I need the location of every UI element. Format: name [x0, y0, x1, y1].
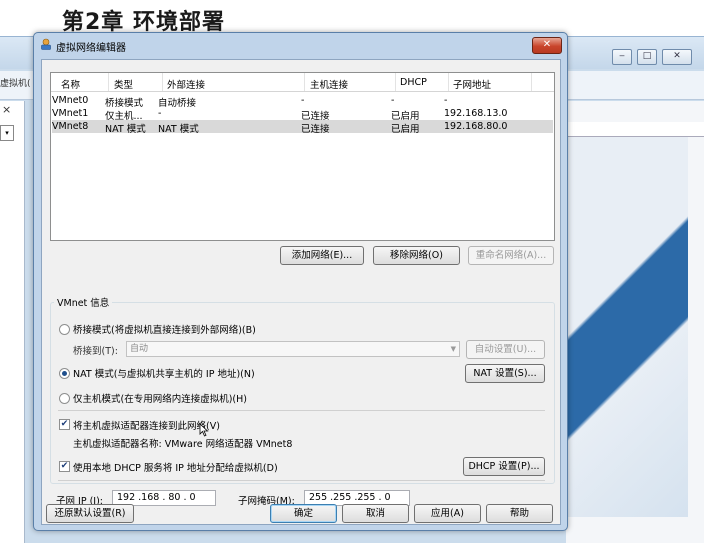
- cell-subnet: -: [444, 95, 448, 106]
- bridged-to-label: 桥接到(T):: [73, 346, 118, 357]
- apply-button[interactable]: 应用(A): [414, 504, 481, 523]
- column-divider: [531, 73, 532, 91]
- dialog-titlebar[interactable]: 虚拟网络编辑器 ✕: [34, 33, 567, 57]
- minimize-icon[interactable]: ‒: [612, 49, 632, 65]
- column-header-name[interactable]: 名称: [61, 77, 80, 91]
- connect-adapter-checkbox[interactable]: ✔: [59, 419, 70, 430]
- library-dropdown-icon[interactable]: ▾: [0, 125, 14, 141]
- close-icon[interactable]: ✕: [532, 37, 562, 54]
- bridged-to-select[interactable]: 自动 ▼: [126, 341, 460, 357]
- dhcp-label[interactable]: 使用本地 DHCP 服务将 IP 地址分配给虚拟机(D): [73, 460, 278, 474]
- column-divider: [395, 73, 396, 91]
- mouse-cursor-icon: [199, 423, 209, 437]
- table-row[interactable]: VMnet0 桥接模式 自动桥接 - - -: [52, 94, 553, 109]
- auto-settings-button[interactable]: 自动设置(U)...: [466, 340, 545, 359]
- window-close-icon[interactable]: ✕: [662, 49, 692, 65]
- rename-network-button[interactable]: 重命名网络(A)...: [468, 246, 554, 265]
- cell-name: VMnet8: [52, 121, 89, 132]
- column-header-host[interactable]: 主机连接: [310, 77, 348, 91]
- restore-defaults-button[interactable]: 还原默认设置(R): [46, 504, 134, 523]
- adapter-name-label: 主机虚拟适配器名称: VMware 网络适配器 VMnet8: [73, 439, 293, 450]
- network-table[interactable]: 名称 类型 外部连接 主机连接 DHCP 子网地址 VMnet0 桥接模式 自动…: [50, 72, 555, 241]
- cell-external: NAT 模式: [158, 124, 199, 135]
- vmnet-info-legend: VMnet 信息: [54, 295, 113, 309]
- library-close-icon[interactable]: ×: [2, 103, 11, 116]
- column-header-external[interactable]: 外部连接: [167, 77, 205, 91]
- virtual-network-editor-dialog: 虚拟网络编辑器 ✕ 名称 类型 外部连接 主机连接 DHCP 子网地址 VMne…: [33, 32, 568, 531]
- dialog-title: 虚拟网络编辑器: [56, 43, 126, 54]
- help-button[interactable]: 帮助: [486, 504, 553, 523]
- host-only-label[interactable]: 仅主机模式(在专用网络内连接虚拟机)(H): [73, 391, 247, 405]
- cell-external: -: [158, 108, 162, 119]
- column-header-type[interactable]: 类型: [114, 77, 133, 91]
- cell-host: 已连接: [301, 124, 330, 135]
- dhcp-checkbox[interactable]: ✔: [59, 461, 70, 472]
- divider: [58, 480, 545, 481]
- cancel-button[interactable]: 取消: [342, 504, 409, 523]
- divider: [58, 410, 545, 411]
- maximize-icon[interactable]: □: [637, 49, 657, 65]
- library-pane: [0, 101, 25, 543]
- connect-adapter-label[interactable]: 将主机虚拟适配器连接到此网络(V): [73, 418, 220, 432]
- column-divider: [162, 73, 163, 91]
- column-header-subnet[interactable]: 子网地址: [453, 77, 491, 91]
- bridged-mode-radio[interactable]: [59, 324, 70, 335]
- table-row[interactable]: VMnet1 仅主机... - 已连接 已启用 192.168.13.0: [52, 107, 553, 122]
- cell-subnet: 192.168.80.0: [444, 121, 508, 132]
- add-network-button[interactable]: 添加网络(E)...: [280, 246, 364, 265]
- cell-host: -: [301, 95, 305, 106]
- table-header: 名称 类型 外部连接 主机连接 DHCP 子网地址: [51, 73, 554, 92]
- home-banner-graphic: [566, 137, 688, 517]
- dhcp-settings-button[interactable]: DHCP 设置(P)...: [463, 457, 545, 476]
- cell-dhcp: -: [391, 95, 395, 106]
- cell-name: VMnet0: [52, 95, 89, 106]
- cell-dhcp: 已启用: [391, 124, 420, 135]
- nat-mode-radio[interactable]: [59, 368, 70, 379]
- column-header-dhcp[interactable]: DHCP: [400, 77, 427, 88]
- column-divider: [108, 73, 109, 91]
- library-tab[interactable]: 虚拟机(: [0, 76, 31, 89]
- column-divider: [304, 73, 305, 91]
- cell-name: VMnet1: [52, 108, 89, 119]
- table-row-selected[interactable]: VMnet8 NAT 模式 NAT 模式 已连接 已启用 192.168.80.…: [52, 120, 553, 135]
- bridged-to-value: 自动: [130, 344, 149, 354]
- network-editor-icon: [41, 38, 51, 50]
- column-divider: [448, 73, 449, 91]
- cell-subnet: 192.168.13.0: [444, 108, 508, 119]
- ok-button[interactable]: 确定: [270, 504, 337, 523]
- bridged-mode-label[interactable]: 桥接模式(将虚拟机直接连接到外部网络)(B): [73, 322, 256, 336]
- chevron-down-icon: ▼: [450, 345, 456, 353]
- cell-type: NAT 模式: [105, 124, 146, 135]
- nat-mode-label[interactable]: NAT 模式(与虚拟机共享主机的 IP 地址)(N): [73, 366, 255, 380]
- host-only-radio[interactable]: [59, 393, 70, 404]
- remove-network-button[interactable]: 移除网络(O): [373, 246, 460, 265]
- home-tab-strip: [566, 122, 704, 137]
- nat-settings-button[interactable]: NAT 设置(S)...: [465, 364, 545, 383]
- dialog-body: 名称 类型 外部连接 主机连接 DHCP 子网地址 VMnet0 桥接模式 自动…: [41, 59, 561, 525]
